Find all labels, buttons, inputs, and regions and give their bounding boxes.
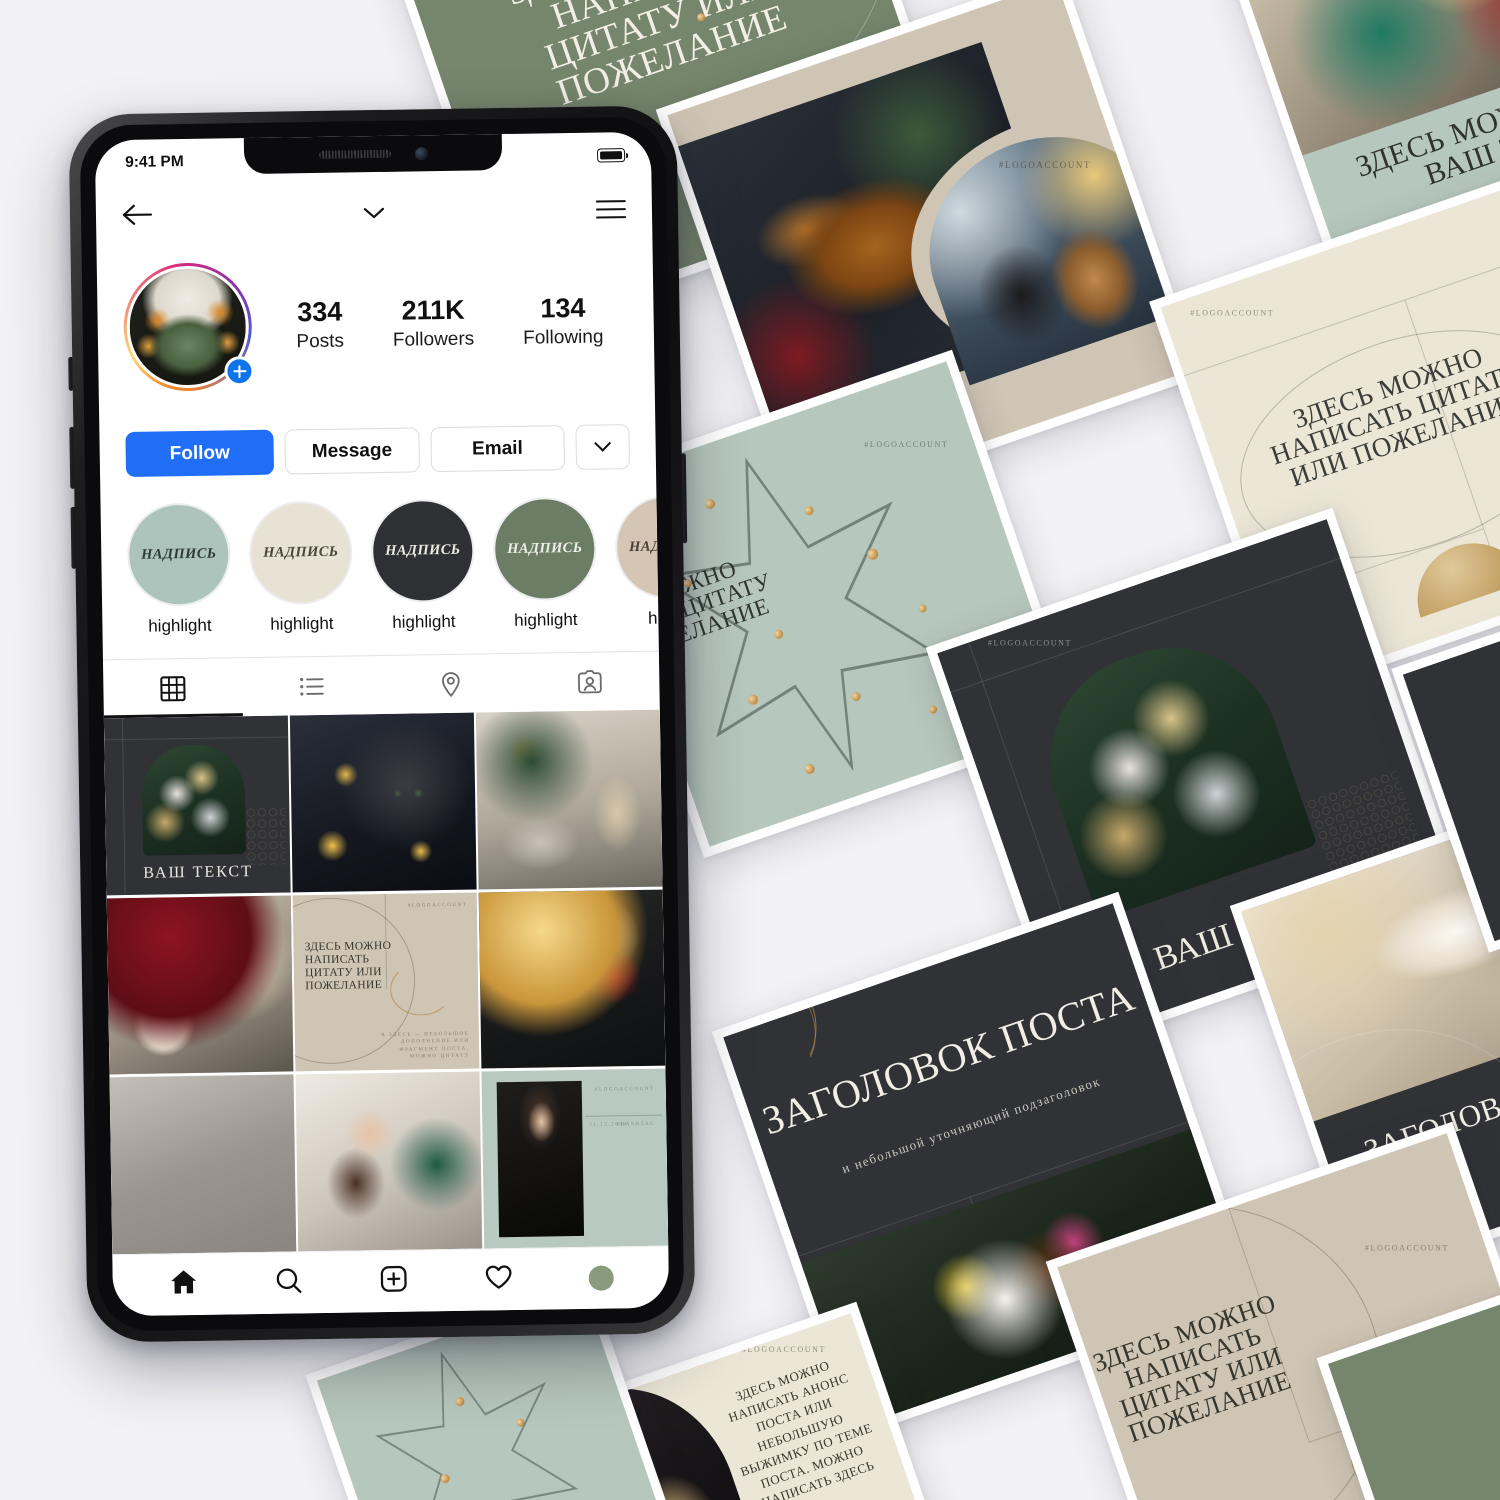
follow-button[interactable]: Follow (125, 429, 275, 477)
highlight-cover: НАДПИСЬ (248, 500, 354, 606)
bg-watermark: #LOGOACCOUNT (741, 1345, 826, 1355)
post-grid: ВАШ ТЕКСТ ЗДЕСЬ МОЖНО НАПИСАТЬ ЦИТАТУ ИЛ… (103, 709, 669, 1255)
battery-icon (596, 148, 626, 163)
username-dropdown[interactable] (156, 203, 592, 223)
highlight-label: highli (647, 608, 659, 628)
tab-tagged[interactable] (520, 652, 660, 712)
list-icon (300, 677, 324, 696)
bg-watermark: #LOGOACCOUNT (988, 638, 1073, 648)
stat-following[interactable]: 134 Following (522, 292, 604, 349)
tagged-icon (577, 669, 602, 693)
nav-profile[interactable] (588, 1265, 614, 1291)
stat-followers[interactable]: 211K Followers (392, 294, 475, 351)
grid-icon (160, 675, 186, 701)
profile-action-buttons: Follow Message Email (99, 384, 656, 478)
highlight-item[interactable]: НАДПИСЬ highlight (126, 502, 232, 637)
post-tag: #HASHTAG (616, 1121, 656, 1128)
tab-location[interactable] (381, 654, 521, 714)
profile-header: 334 Posts 211K Followers 134 Following (96, 240, 654, 393)
post-footnote: А ЗДЕСЬ — НЕБОЛЬШОЕ ДОПОЛНЕНИЕ ИЛИ ФРАГМ… (381, 1031, 470, 1060)
email-button[interactable]: Email (429, 425, 566, 473)
highlight-label: highlight (392, 611, 456, 632)
phone-bezel: 9:41 PM 334 Posts 211K Followers 134 Fol… (79, 116, 685, 1332)
stat-value: 334 (296, 296, 343, 328)
nav-search[interactable] (273, 1265, 304, 1300)
nav-add-post[interactable] (378, 1264, 409, 1299)
location-icon (441, 671, 460, 697)
highlight-cover: НАДПИСЬ (614, 494, 659, 600)
profile-tab-avatar (588, 1265, 614, 1291)
stat-label: Followers (392, 328, 475, 351)
post-caption: ВАШ ТЕКСТ (143, 862, 254, 882)
nav-home[interactable] (168, 1267, 199, 1302)
status-time: 9:41 PM (125, 153, 184, 171)
bg-watermark: #LOGOACCOUNT (1364, 1243, 1449, 1253)
post-smiling-woman[interactable] (295, 1071, 483, 1252)
bottom-nav-bar (112, 1245, 670, 1317)
add-story-plus-icon[interactable] (224, 355, 255, 387)
post-watermark: #LOGOACCOUNT (407, 902, 468, 909)
post-candle-berries[interactable] (479, 889, 666, 1069)
back-arrow-icon (122, 204, 153, 225)
highlight-item[interactable]: НАДПИСЬ highlight (370, 498, 476, 634)
back-button[interactable] (122, 203, 156, 231)
highlight-item[interactable]: НАДПИСЬ highlight (492, 496, 598, 632)
chevron-down-icon (594, 434, 612, 452)
post-apron-woman[interactable]: #LOGOACCOUNT 31.12.2024 #HASHTAG (481, 1068, 669, 1249)
highlight-label: highlight (514, 609, 578, 630)
post-fabric[interactable] (109, 1074, 296, 1255)
profile-nav-bar (96, 178, 653, 249)
highlight-cover: НАДПИСЬ (492, 496, 598, 602)
status-bar: 9:41 PM (95, 132, 652, 187)
post-woman-tree[interactable] (476, 709, 663, 890)
more-options-button[interactable] (575, 424, 631, 470)
stat-posts[interactable]: 334 Posts (296, 297, 344, 354)
story-highlights: НАДПИСЬ highlight НАДПИСЬ highlight НАДП… (100, 469, 659, 638)
phone-mockup: 9:41 PM 334 Posts 211K Followers 134 Fol… (68, 105, 696, 1343)
highlight-label: highlight (270, 613, 334, 634)
highlight-item[interactable]: НАДПИСЬ highli (614, 494, 659, 630)
tab-list[interactable] (242, 656, 382, 716)
profile-tabs (102, 650, 660, 719)
stat-label: Posts (296, 330, 345, 353)
home-icon (170, 1270, 196, 1294)
profile-stats: 334 Posts 211K Followers 134 Following (251, 292, 628, 354)
add-post-icon (380, 1265, 407, 1292)
post-your-text[interactable]: ВАШ ТЕКСТ (103, 715, 291, 896)
menu-button[interactable] (592, 194, 627, 224)
post-caption: ЗДЕСЬ МОЖНО НАПИСАТЬ ЦИТАТУ ИЛИ ПОЖЕЛАНИ… (304, 939, 392, 993)
post-black-cat[interactable] (290, 712, 477, 893)
bg-watermark: #LOGOACCOUNT (998, 159, 1092, 170)
highlight-item[interactable]: НАДПИСЬ highlight (248, 500, 354, 635)
search-icon (276, 1268, 302, 1293)
stat-label: Following (523, 326, 604, 349)
phone-screen: 9:41 PM 334 Posts 211K Followers 134 Fol… (94, 131, 670, 1317)
highlight-cover: НАДПИСЬ (126, 502, 232, 607)
phone-body: 9:41 PM 334 Posts 211K Followers 134 Fol… (68, 105, 696, 1343)
post-quote[interactable]: ЗДЕСЬ МОЖНО НАПИСАТЬ ЦИТАТУ ИЛИ ПОЖЕЛАНИ… (292, 892, 480, 1072)
highlight-cover: НАДПИСЬ (370, 498, 476, 604)
post-watermark: #LOGOACCOUNT (594, 1086, 655, 1093)
avatar[interactable] (122, 262, 255, 392)
bg-watermark: #LOGOACCOUNT (864, 439, 949, 449)
highlight-label: highlight (148, 615, 212, 636)
tab-grid[interactable] (103, 658, 243, 718)
stat-value: 134 (540, 292, 586, 324)
chevron-down-icon (363, 207, 385, 218)
nav-activity[interactable] (483, 1262, 514, 1297)
post-roses-coffee[interactable] (106, 894, 294, 1075)
stat-value: 211K (401, 294, 465, 326)
hamburger-menu-icon (595, 194, 627, 224)
heart-icon (485, 1265, 512, 1289)
bg-watermark: #LOGOACCOUNT (1190, 308, 1275, 318)
message-button[interactable]: Message (284, 427, 420, 475)
